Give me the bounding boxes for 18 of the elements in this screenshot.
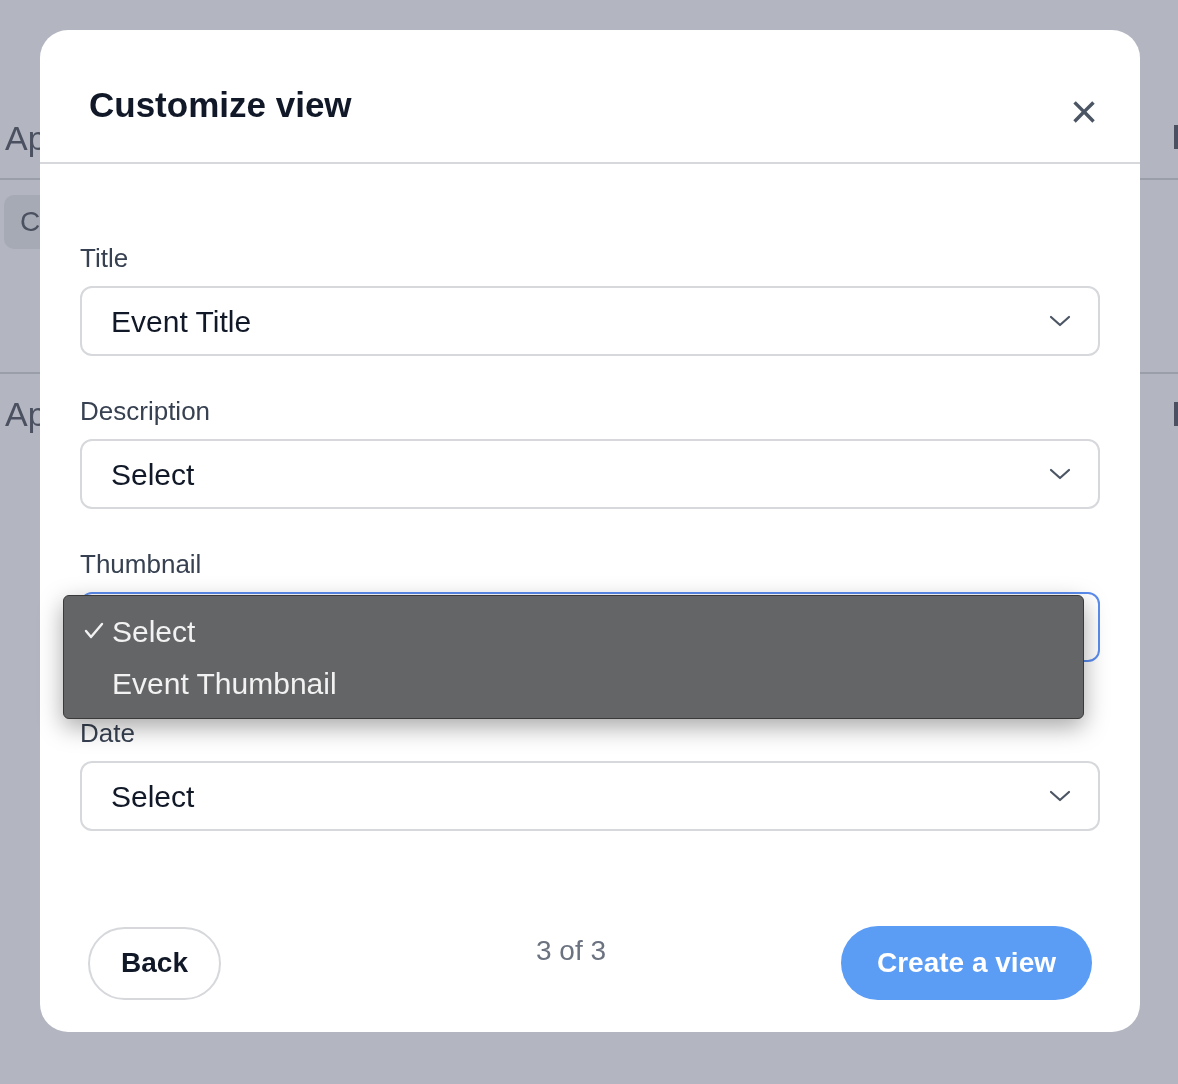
text-fragment xyxy=(1174,125,1178,149)
chevron-down-icon xyxy=(1048,314,1072,328)
select-field[interactable]: Select xyxy=(80,439,1100,509)
field-label: Date xyxy=(80,717,136,749)
dropdown-option[interactable]: Select xyxy=(64,605,1083,657)
dialog-title: Customize view xyxy=(89,84,352,126)
back-button[interactable]: Back xyxy=(88,926,221,1000)
dropdown-option[interactable]: Event Thumbnail xyxy=(64,657,1083,709)
select-field[interactable]: Select xyxy=(80,761,1100,831)
chevron-down-icon xyxy=(1048,789,1072,803)
field-label: Description xyxy=(80,395,212,427)
select-field[interactable]: Event Title xyxy=(80,286,1100,356)
step-indicator: 3 of 3 xyxy=(535,934,607,968)
field-label: Title xyxy=(80,242,130,274)
text-fragment xyxy=(1174,402,1178,426)
chevron-down-icon xyxy=(1048,467,1072,481)
close-button[interactable]: × xyxy=(1069,88,1098,136)
field-label: Thumbnail xyxy=(80,548,203,580)
